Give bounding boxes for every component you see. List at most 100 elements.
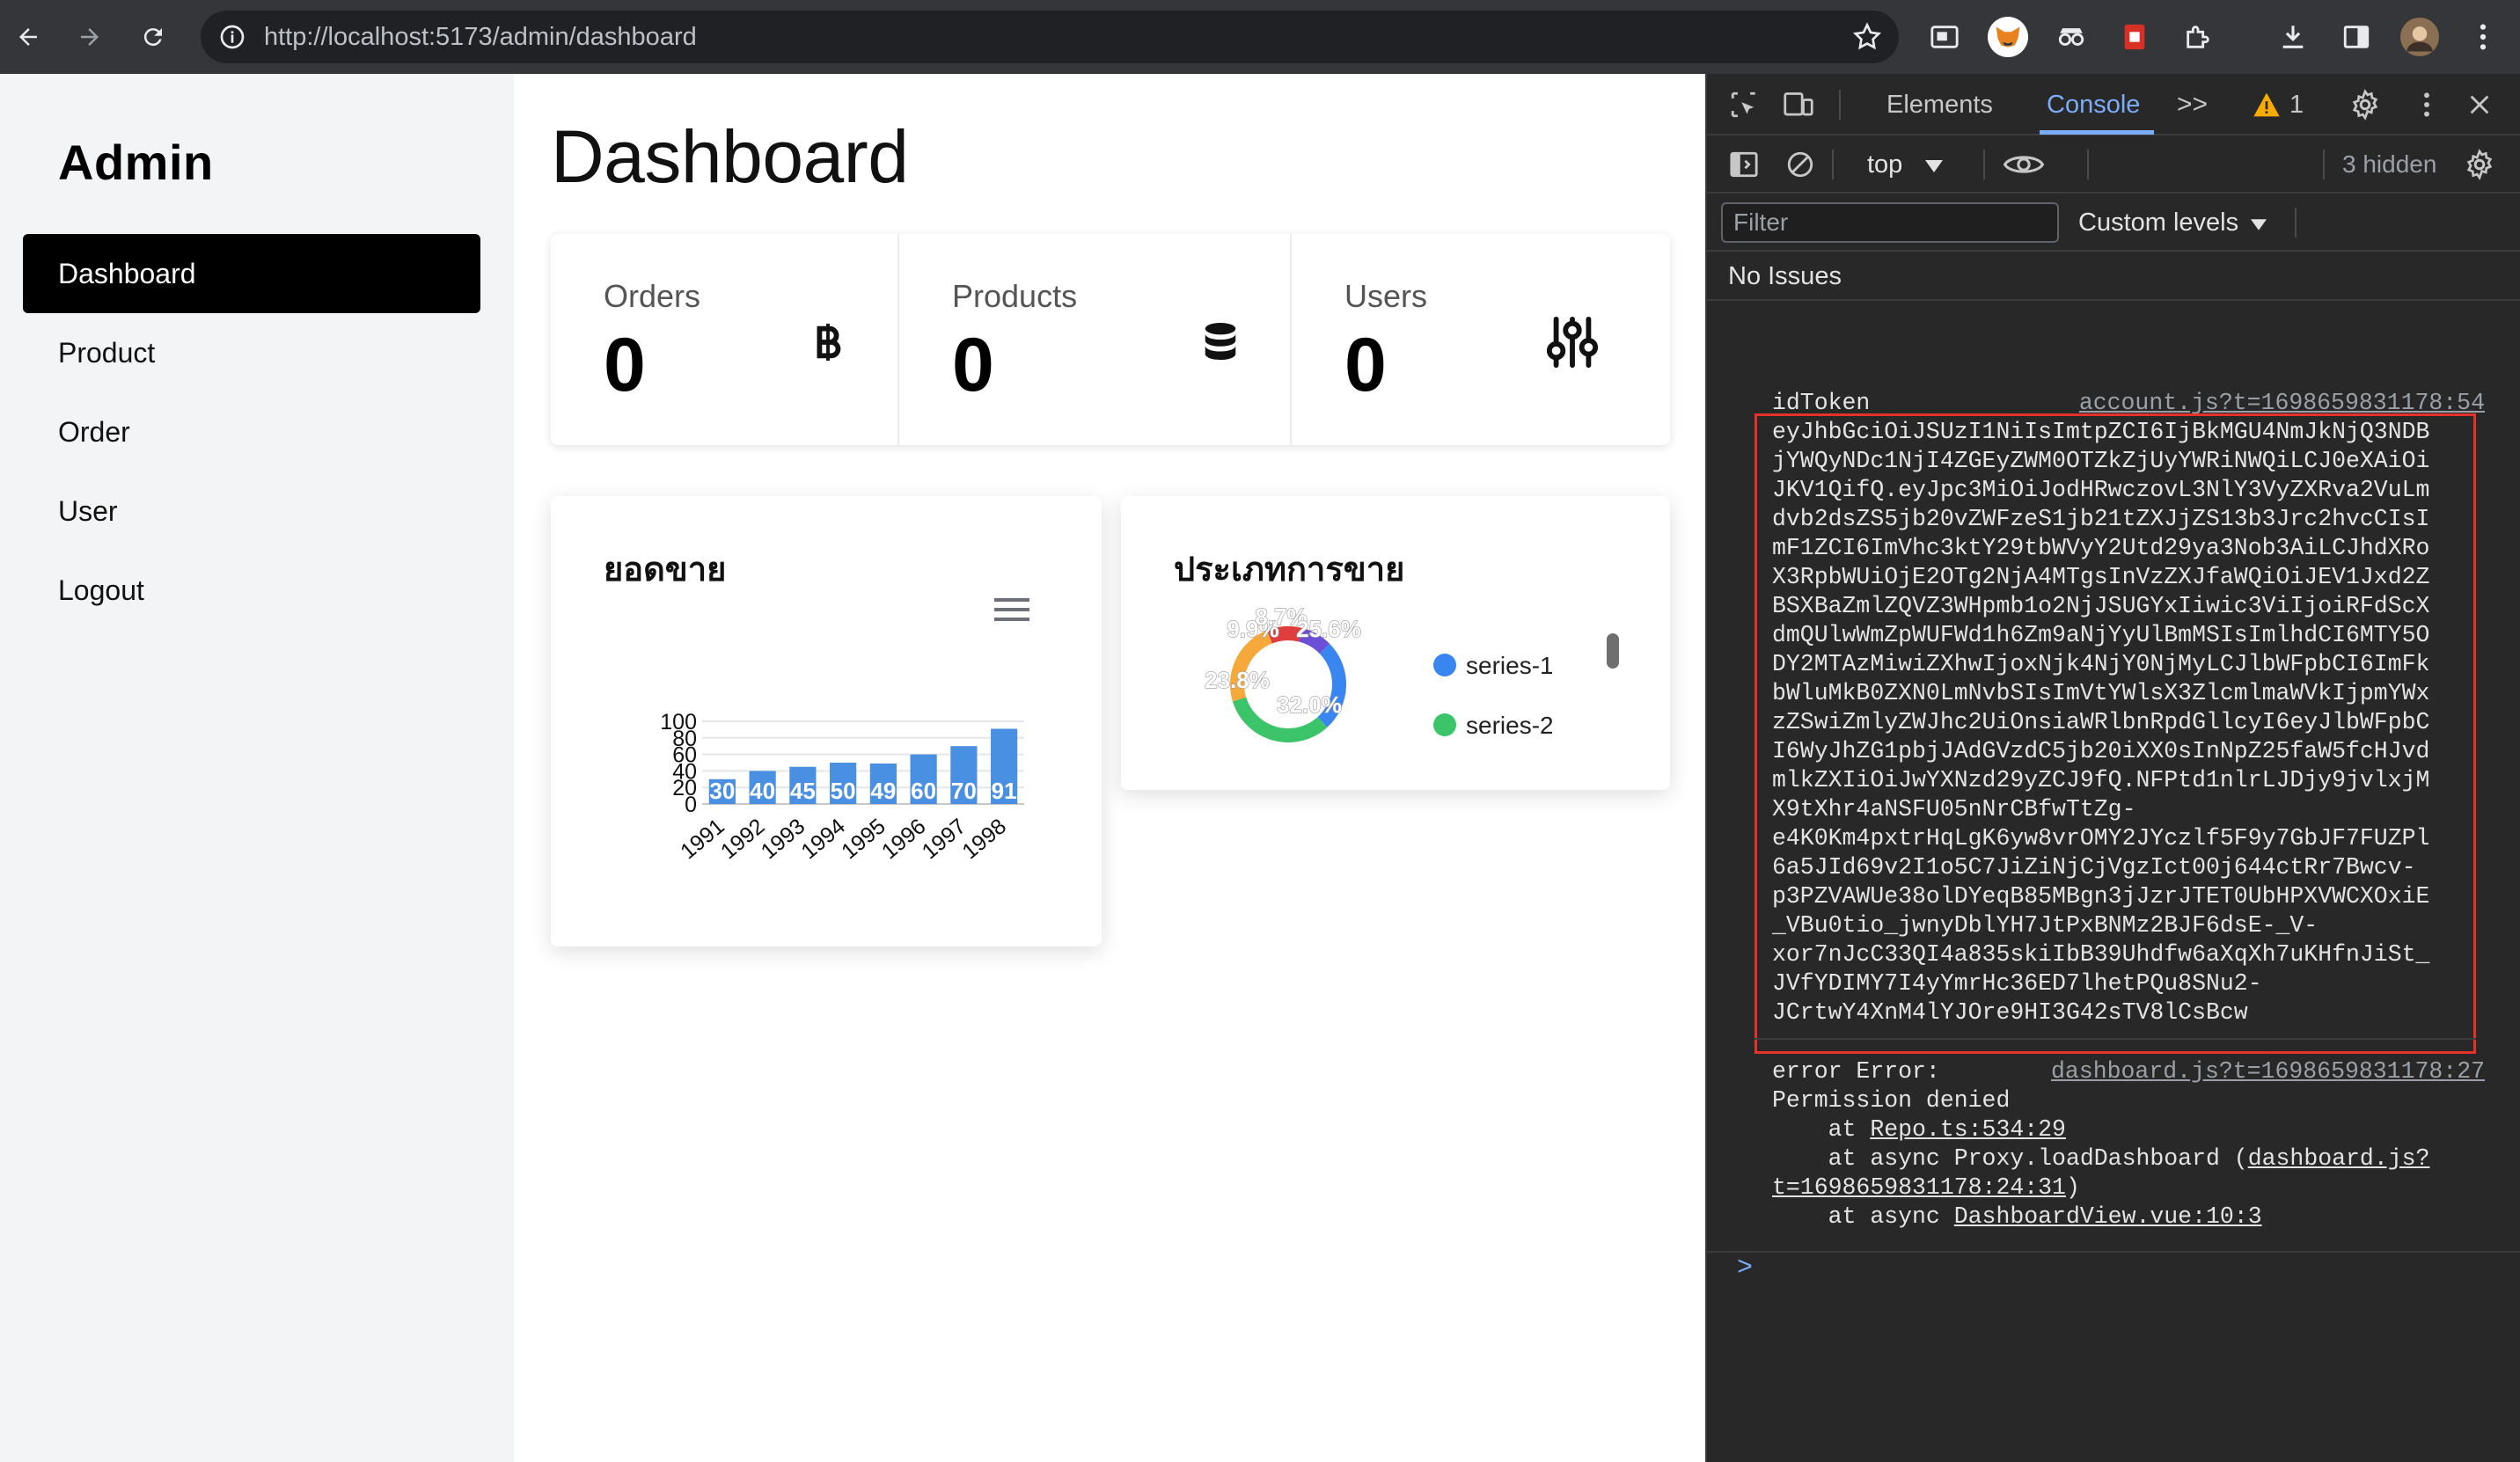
bar-data-label: 49 — [870, 778, 896, 804]
stats-card: Orders 0 Products 0 Users 0 — [551, 234, 1670, 445]
spy-extension-icon[interactable] — [2050, 16, 2092, 58]
sidebar-item-logout[interactable]: Logout — [23, 551, 480, 630]
devtools-panel: Elements Console >> 1 top 3 hidden Filte… — [1705, 74, 2520, 1462]
token-line: X9tXhr4aNSFU05nNrCBfwTtZg- — [1772, 796, 2136, 822]
bookmark-star-icon[interactable] — [1851, 21, 1883, 53]
devtools-tabbar: Elements Console >> 1 — [1707, 74, 2520, 135]
sidebar-item-user[interactable]: User — [23, 471, 480, 551]
stat-label: Orders — [604, 278, 701, 314]
x-tick-label: 1997 — [918, 814, 971, 864]
context-value: top — [1867, 150, 1903, 179]
error-label: error Error: — [1772, 1058, 1940, 1085]
reload-icon — [143, 28, 162, 47]
back-button[interactable] — [4, 12, 53, 62]
stack-link-view[interactable]: DashboardView.vue:10:3 — [1954, 1203, 2262, 1230]
url-path: :5173/admin/dashboard — [429, 23, 697, 51]
downloads-icon[interactable] — [2272, 16, 2314, 58]
stat-value: 0 — [1344, 323, 1387, 407]
sales-type-donut-chart: 9.9%8.7%25.6%32.0%23.8%series-1series-2 — [1205, 603, 1619, 742]
live-expression-eye-icon[interactable] — [1999, 145, 2048, 184]
error-source-link[interactable]: dashboard.js?t=1698659831178:27 — [2051, 1057, 2485, 1086]
device-toolbar-icon[interactable] — [1779, 85, 1818, 124]
stack-frame: at Repo.ts:534:29 — [1772, 1115, 2066, 1144]
bar-data-label: 60 — [911, 778, 936, 804]
devtools-menu-icon[interactable] — [2407, 85, 2446, 124]
stack-link-repo[interactable]: Repo.ts:534:29 — [1870, 1116, 2066, 1143]
bar-data-label: 45 — [790, 778, 816, 804]
clear-console-icon[interactable] — [1781, 145, 1820, 184]
more-tabs-button[interactable]: >> — [2177, 74, 2208, 135]
warning-count[interactable]: 1 — [2289, 74, 2304, 135]
x-tick-label: 1998 — [957, 814, 1011, 864]
console-settings-gear-icon[interactable] — [2460, 145, 2499, 184]
warning-icon[interactable] — [2247, 85, 2286, 124]
extensions-puzzle-icon[interactable] — [2177, 16, 2219, 58]
url-text: http://localhost:5173/admin/dashboard — [264, 11, 697, 63]
tab-elements[interactable]: Elements — [1886, 74, 1993, 135]
metamask-fox-icon[interactable] — [1987, 16, 2029, 58]
chart-legend: series-1 series-2 — [1433, 652, 1554, 739]
legend-label: series-1 — [1466, 652, 1554, 679]
stat-users: Users 0 — [1292, 234, 1670, 445]
browser-menu-icon[interactable] — [2462, 16, 2504, 58]
bar-data-label: 40 — [750, 778, 775, 804]
y-tick-label: 100 — [660, 710, 697, 735]
stat-value: 0 — [604, 323, 646, 407]
issues-bar[interactable]: No Issues — [1707, 252, 2520, 301]
token-line: bWluMkB0ZXN0LmNvbSIsImVtYWlsX3ZlcmlmaWVk… — [1772, 680, 2430, 706]
console-prompt-icon[interactable]: > — [1737, 1254, 1753, 1283]
stack-suffix: ) — [2065, 1174, 2080, 1201]
x-tick-label: 1995 — [837, 814, 890, 864]
close-devtools-icon[interactable] — [2460, 85, 2499, 124]
legend-scrollbar — [1607, 633, 1619, 669]
token-line: jYWQyNDc1NjI4ZGEyZWM0OTZkZjUyYWRiNWQiLCJ… — [1772, 448, 2430, 474]
log-levels-label: Custom levels — [2078, 208, 2239, 237]
token-line: 6a5JId69v2I1o5C7JiZiNjCjVgzIct00j644ctRr… — [1772, 854, 2416, 881]
token-line: e4K0Km4pxtrHqLgK6yw8vrOMY2JYczlf5F9y7GbJ… — [1772, 825, 2430, 852]
stack-frame: at async DashboardView.vue:10:3 — [1772, 1202, 2262, 1232]
browser-toolbar: http://localhost:5173/admin/dashboard — [0, 0, 2520, 74]
dropdown-caret-icon — [1925, 160, 1944, 172]
legend-marker — [1433, 713, 1456, 736]
forward-button[interactable] — [65, 12, 114, 62]
red-extension-icon[interactable] — [2113, 16, 2156, 58]
reload-button[interactable] — [128, 12, 178, 62]
profile-avatar[interactable] — [2399, 16, 2441, 58]
back-arrow-icon — [19, 28, 37, 46]
stack-frame: at async Proxy.loadDashboard (dashboard.… — [1772, 1144, 2430, 1173]
site-info-icon[interactable] — [218, 23, 246, 51]
stat-label: Products — [952, 278, 1078, 314]
page-title: Dashboard — [551, 115, 909, 198]
token-line: _VBu0tio_jwnyDblYH7JtPxBNMz2BJF6dsE-_V- — [1772, 912, 2319, 939]
stack-link-dashboard-cont[interactable]: t=1698659831178:24:31 — [1772, 1174, 2066, 1201]
x-tick-label: 1991 — [676, 814, 729, 864]
side-panel-icon[interactable] — [2335, 16, 2377, 58]
x-tick-label: 1994 — [796, 814, 850, 864]
sidebar-item-order[interactable]: Order — [23, 392, 480, 471]
stack-link-dashboard[interactable]: dashboard.js? — [2248, 1145, 2430, 1172]
token-line: dvb2dsZS5jb20vZWFzeS1jb21tZXJjZS13b3Jrc2… — [1772, 506, 2430, 532]
token-line: xor7nJcC33QI4a835skiIbB39Uhdfw6aXqXh7uKH… — [1772, 941, 2430, 968]
sidebar-toggle-icon[interactable] — [1725, 145, 1763, 184]
sidebar-item-product[interactable]: Product — [23, 313, 480, 392]
tab-console[interactable]: Console — [2047, 74, 2140, 135]
settings-gear-icon[interactable] — [2346, 85, 2384, 124]
sales-chart-card: ยอดขาย 0 20 40 60 80 100 30 1991 40 1992 45 1993 50 1… — [551, 496, 1102, 947]
baht-icon — [797, 311, 859, 373]
console-filter-input[interactable]: Filter — [1721, 202, 2059, 243]
log-levels-dropdown[interactable]: Custom levels — [2078, 194, 2267, 252]
address-bar[interactable]: http://localhost:5173/admin/dashboard — [201, 11, 1899, 63]
legend-marker — [1433, 654, 1456, 676]
hidden-count: 3 hidden — [2342, 150, 2437, 178]
inspect-element-icon[interactable] — [1725, 85, 1763, 124]
sidebar-item-dashboard[interactable]: Dashboard — [23, 234, 480, 313]
main-content: Dashboard Orders 0 Products 0 Users 0 ยอ… — [514, 74, 1705, 1462]
stack-prefix: at async — [1772, 1203, 1954, 1230]
stack-frame: t=1698659831178:24:31) — [1772, 1173, 2080, 1202]
context-selector[interactable]: top — [1867, 135, 1944, 194]
cast-extension-icon[interactable] — [1923, 16, 1966, 58]
x-tick-label: 1992 — [716, 814, 770, 864]
stat-orders: Orders 0 — [551, 234, 899, 445]
sales-bar-chart: 0204060801003019914019924519935019944919… — [660, 710, 1024, 864]
x-tick-label: 1993 — [757, 814, 810, 864]
